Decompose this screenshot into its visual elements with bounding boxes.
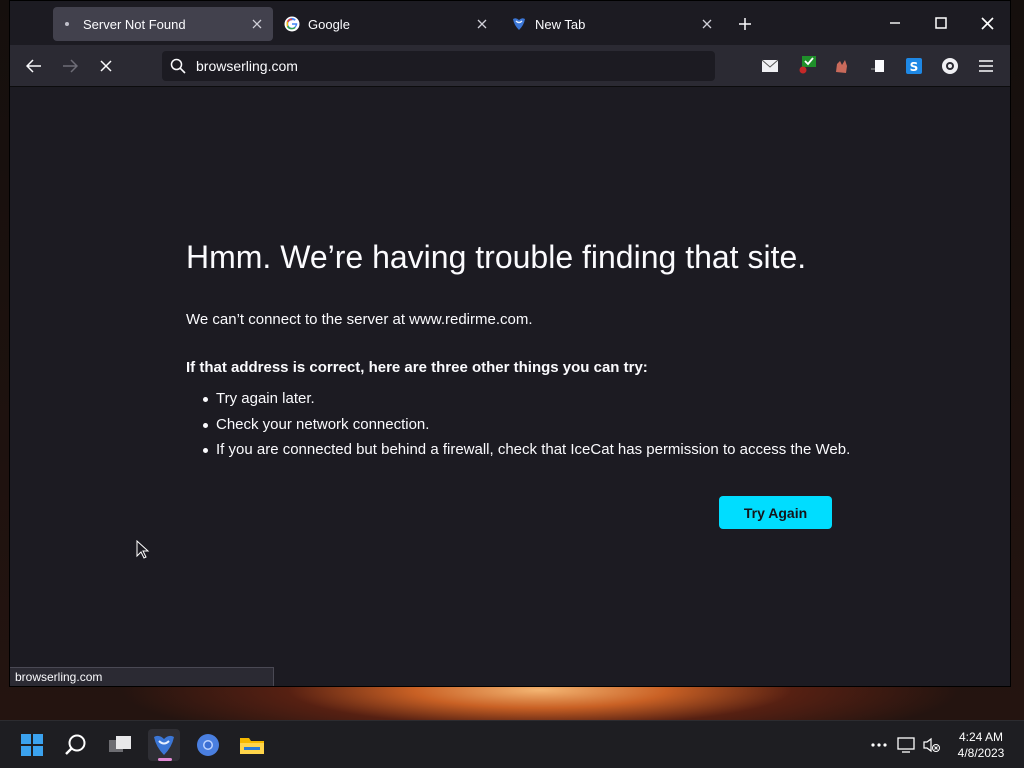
close-icon[interactable]: [472, 14, 492, 34]
tab-server-not-found[interactable]: Server Not Found: [53, 7, 273, 41]
arrow-left-icon: [26, 59, 41, 73]
list-item: If you are connected but behind a firewa…: [186, 441, 850, 467]
chromium-icon[interactable]: [192, 729, 224, 761]
navigation-toolbar: S: [10, 45, 1010, 87]
arrow-right-icon: [63, 59, 78, 73]
page-content: Hmm. We’re having trouble finding that s…: [10, 87, 1010, 686]
overflow-icon[interactable]: [868, 735, 890, 755]
close-window-button[interactable]: [964, 1, 1010, 45]
suggestions-list: Try again later. Check your network conn…: [186, 390, 850, 467]
url-bar[interactable]: [162, 51, 715, 81]
clock-date: 4/8/2023: [957, 746, 1005, 760]
search-icon: [170, 58, 186, 74]
suggestions-heading: If that address is correct, here are thr…: [186, 359, 648, 376]
system-clock[interactable]: 4:24 AM 4/8/2023: [948, 729, 1014, 761]
list-item: Check your network connection.: [186, 416, 850, 442]
tab-google[interactable]: Google: [278, 7, 498, 41]
back-button[interactable]: [20, 52, 48, 80]
clock-time: 4:24 AM: [958, 730, 1004, 744]
browser-window: Server Not Found Google New Tab browserl…: [9, 0, 1011, 687]
google-icon: [284, 16, 300, 32]
close-icon[interactable]: [247, 14, 267, 34]
close-icon[interactable]: [697, 14, 717, 34]
try-again-button[interactable]: Try Again: [719, 496, 832, 529]
task-view-icon[interactable]: [104, 729, 136, 761]
stop-button[interactable]: [92, 52, 120, 80]
file-explorer-icon[interactable]: [236, 729, 268, 761]
s-extension-icon[interactable]: S: [903, 55, 925, 77]
list-item: Try again later.: [186, 390, 850, 416]
maximize-button[interactable]: [918, 1, 964, 45]
error-description: We can’t connect to the server at www.re…: [186, 311, 533, 328]
tab-strip: Server Not Found Google New Tab: [10, 1, 1010, 45]
new-tab-button[interactable]: [734, 13, 756, 35]
stop-icon: [100, 60, 112, 72]
menu-icon[interactable]: [975, 55, 997, 77]
tab-label: New Tab: [535, 16, 586, 32]
cursor-icon: [136, 539, 150, 565]
status-bar: browserling.com: [10, 667, 274, 686]
svg-text:S: S: [910, 60, 919, 74]
volume-muted-icon[interactable]: [921, 735, 943, 755]
hand-extension-icon[interactable]: [831, 55, 853, 77]
start-icon[interactable]: [16, 729, 48, 761]
forward-button[interactable]: [56, 52, 84, 80]
active-indicator: [158, 758, 172, 761]
url-input[interactable]: [196, 58, 676, 74]
dot-icon: [59, 16, 75, 32]
icecat-taskbar-icon[interactable]: [148, 729, 180, 761]
icecat-icon: [511, 16, 527, 32]
taskbar: 4:24 AM 4/8/2023: [0, 720, 1024, 768]
minimize-button[interactable]: [872, 1, 918, 45]
error-title: Hmm. We’re having trouble finding that s…: [186, 239, 807, 275]
search-icon[interactable]: [60, 729, 92, 761]
network-icon[interactable]: [896, 735, 918, 755]
tab-label: Google: [308, 16, 350, 32]
tab-label: Server Not Found: [83, 16, 186, 32]
tab-new-tab[interactable]: New Tab: [503, 7, 723, 41]
checkmark-extension-icon[interactable]: [796, 55, 818, 77]
page-extension-icon[interactable]: [868, 55, 890, 77]
mail-icon[interactable]: [759, 55, 781, 77]
privacy-extension-icon[interactable]: [939, 55, 961, 77]
